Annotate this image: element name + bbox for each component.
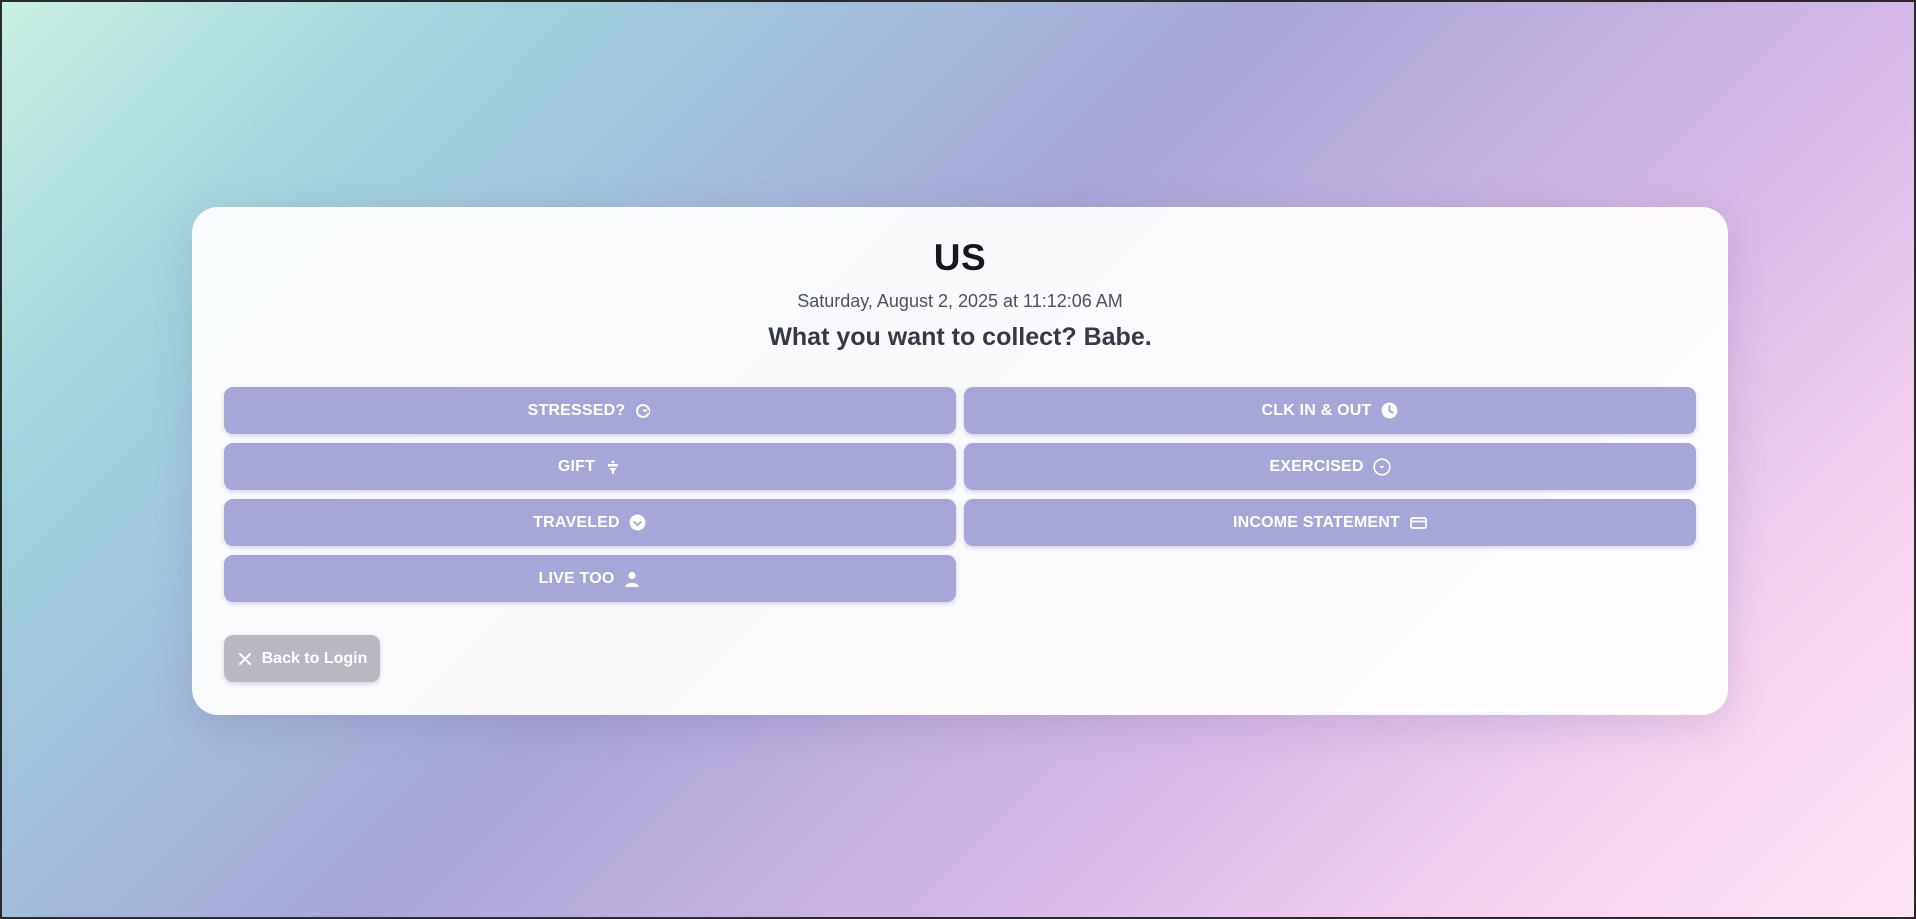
card-icon: [1409, 514, 1427, 532]
traveled-button[interactable]: TRAVELED: [224, 499, 956, 546]
prompt-text: What you want to collect? Babe.: [768, 323, 1152, 351]
exercised-button[interactable]: EXERCISED: [964, 443, 1696, 490]
collection-card: US Saturday, August 2, 2025 at 11:12:06 …: [192, 207, 1728, 715]
back-to-login-label: Back to Login: [261, 649, 368, 667]
back-to-login-button[interactable]: Back to Login: [224, 635, 380, 682]
gift-button[interactable]: GIFT: [224, 443, 956, 490]
clock-in-out-button[interactable]: CLK IN & OUT: [964, 387, 1696, 434]
user-icon: [623, 570, 641, 588]
close-icon: [237, 651, 253, 667]
gift-label: GIFT: [557, 457, 596, 475]
gift-icon: [604, 458, 622, 476]
options-grid: STRESSED? CLK IN & OUT GIFT EXERCISED TR…: [224, 387, 1696, 602]
clock-icon: [1380, 402, 1398, 420]
income-statement-button[interactable]: INCOME STATEMENT: [964, 499, 1696, 546]
exercised-label: EXERCISED: [1269, 457, 1364, 475]
current-datetime: Saturday, August 2, 2025 at 11:12:06 AM: [797, 291, 1123, 311]
page-title: US: [933, 237, 987, 278]
live-too-label: LIVE TOO: [538, 569, 615, 587]
refresh-circle-icon: [634, 402, 652, 420]
stressed-button[interactable]: STRESSED?: [224, 387, 956, 434]
check-circle-icon: [629, 514, 647, 532]
income-statement-label: INCOME STATEMENT: [1232, 513, 1401, 531]
traveled-label: TRAVELED: [533, 513, 620, 531]
stressed-label: STRESSED?: [527, 401, 626, 419]
circle-chevron-down-icon: [1373, 457, 1391, 476]
live-too-button[interactable]: LIVE TOO: [224, 555, 956, 602]
clock-in-out-label: CLK IN & OUT: [1261, 401, 1372, 419]
